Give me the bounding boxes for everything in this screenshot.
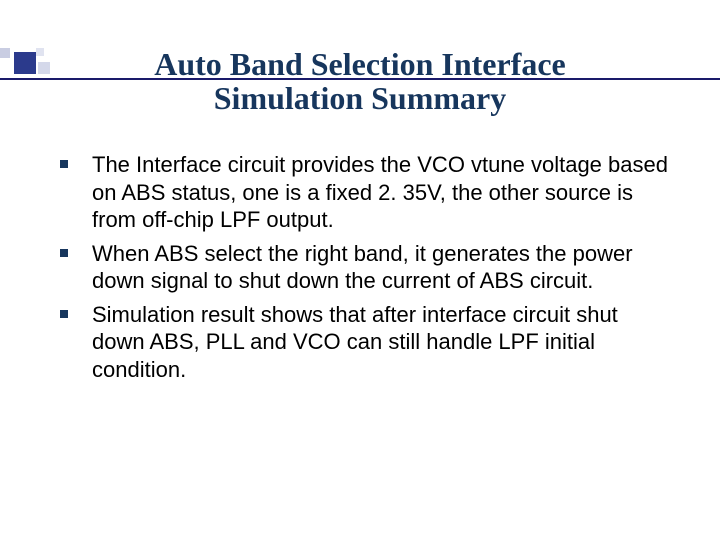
bullet-icon [60, 249, 68, 257]
bullet-text: When ABS select the right band, it gener… [92, 240, 670, 295]
list-item: The Interface circuit provides the VCO v… [60, 151, 670, 234]
slide-title-line1: Auto Band Selection Interface [154, 46, 566, 82]
bullet-text: The Interface circuit provides the VCO v… [92, 151, 670, 234]
list-item: Simulation result shows that after inter… [60, 301, 670, 384]
deco-square-small [38, 62, 50, 74]
slide-title-line2: Simulation Summary [214, 80, 506, 116]
slide-title: Auto Band Selection Interface Simulation… [0, 48, 720, 115]
bullet-icon [60, 160, 68, 168]
bullet-icon [60, 310, 68, 318]
slide-body: The Interface circuit provides the VCO v… [60, 151, 670, 383]
deco-square-small [36, 48, 44, 56]
top-rule [0, 78, 720, 80]
bullet-text: Simulation result shows that after inter… [92, 301, 670, 384]
deco-square-small [0, 48, 10, 58]
corner-decoration [0, 48, 60, 78]
list-item: When ABS select the right band, it gener… [60, 240, 670, 295]
deco-square-big [14, 52, 36, 74]
